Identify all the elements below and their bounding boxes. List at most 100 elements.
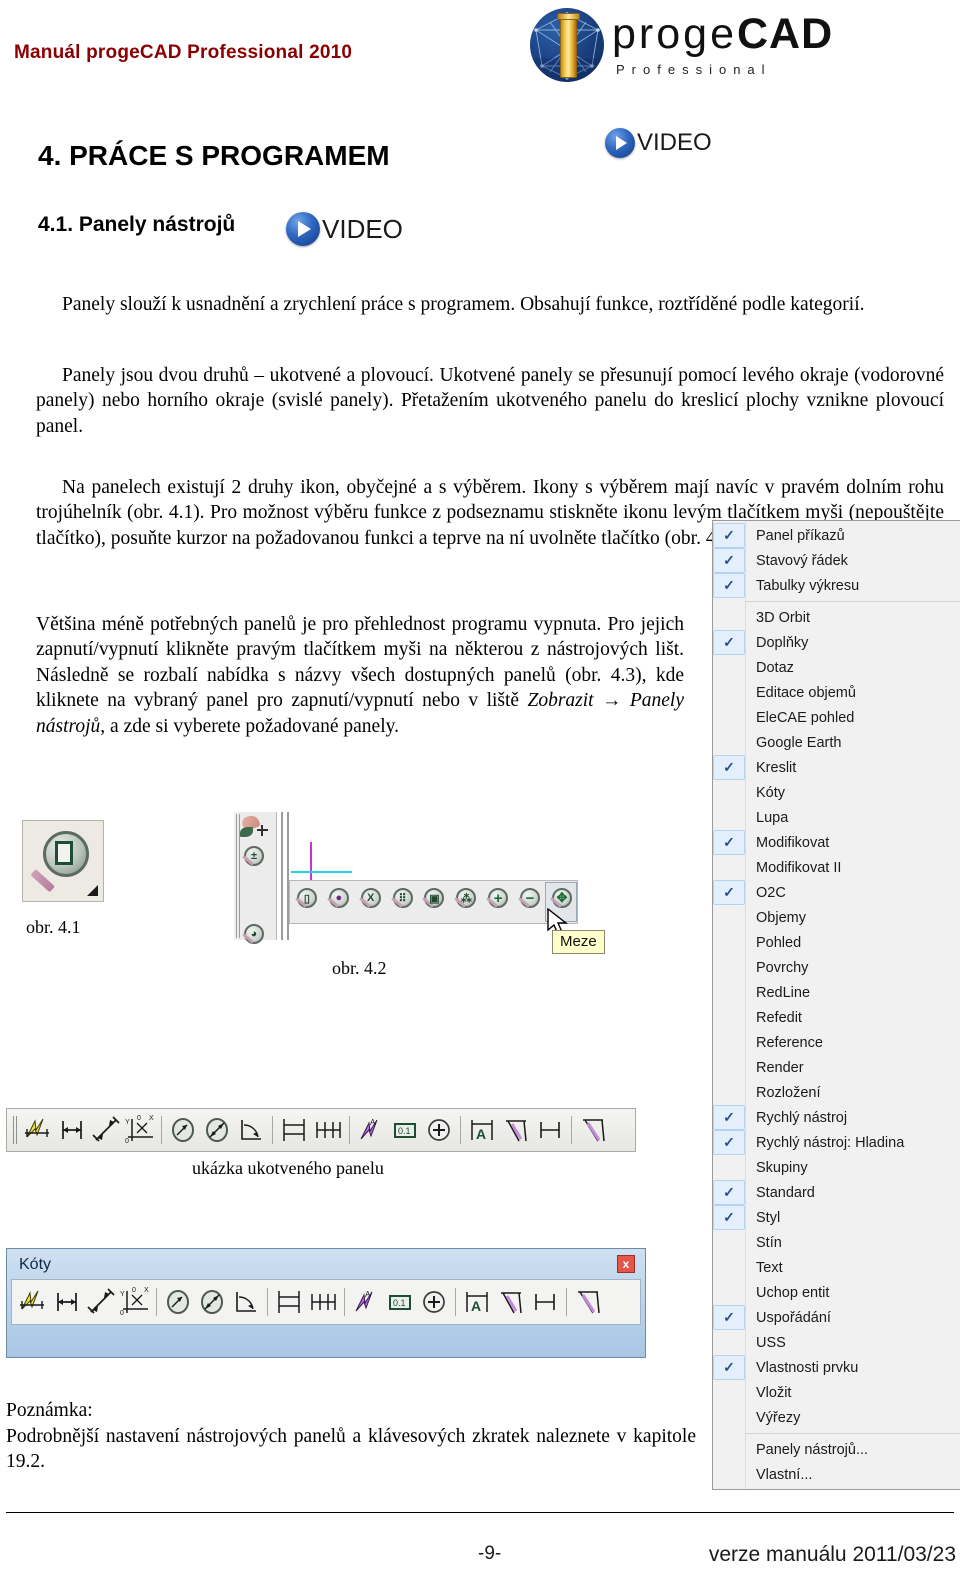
context-menu-item[interactable]: Text [713,1255,960,1280]
context-menu-item[interactable]: ✓ Vlastnosti prvku [713,1355,960,1380]
zoom-all-button[interactable]: ⁂ [449,882,481,922]
context-menu-item[interactable]: 3D Orbit [713,605,960,630]
dim-style-icon[interactable] [576,1113,610,1147]
context-menu-item[interactable]: Povrchy [713,955,960,980]
context-menu-item[interactable]: ✓ Modifikovat [713,830,960,855]
check-placeholder [713,1055,745,1080]
dim-aligned-icon[interactable] [89,1113,123,1147]
context-menu-item[interactable]: ✓ O2C [713,880,960,905]
dim-angular-icon[interactable] [234,1113,268,1147]
dim-center-mark-icon[interactable] [417,1285,451,1319]
grip-line [236,814,237,938]
dim-ordinate-icon[interactable]: Y 0 0 X [118,1285,152,1319]
context-menu-item-label: O2C [756,884,786,901]
zoom-glyph: ◕ [250,928,258,940]
context-menu-item[interactable]: Editace objemů [713,680,960,705]
context-menu-item[interactable]: Vložit [713,1380,960,1405]
context-menu-item[interactable]: USS [713,1330,960,1355]
context-menu-item[interactable]: ✓ Rychlý nástroj [713,1105,960,1130]
floating-panel-title-bar[interactable]: Kóty x [11,1253,641,1279]
context-menu-item[interactable]: Google Earth [713,730,960,755]
context-menu-item[interactable]: Uchop entit [713,1280,960,1305]
dim-linear-icon[interactable] [55,1113,89,1147]
zoom-tool-icon[interactable]: ± [240,846,266,874]
dim-linear-icon[interactable] [50,1285,84,1319]
floating-panel-toolbar[interactable]: Y 0 0 X A 0.1 A [11,1279,641,1325]
dim-oblique-icon[interactable] [499,1113,533,1147]
dim-tolerance-icon[interactable]: 0.1 [388,1113,422,1147]
dim-ordinate-icon[interactable]: Y 0 0 X [123,1113,157,1147]
dim-aligned-icon[interactable] [84,1285,118,1319]
context-menu-item[interactable]: Výřezy [713,1405,960,1430]
floating-panel-koty[interactable]: Kóty x Y 0 0 X A 0.1 A [6,1248,646,1358]
context-menu-item[interactable]: Lupa [713,805,960,830]
dim-baseline-icon[interactable] [277,1113,311,1147]
dim-radius-icon[interactable] [161,1285,195,1319]
context-menu-item[interactable]: Kóty [713,780,960,805]
context-menu-item[interactable]: Reference [713,1030,960,1055]
zoom-realtime-button[interactable]: ● [322,882,354,922]
docked-toolbar-sample[interactable]: Y 0 0 X A 0.1 A [6,1108,636,1152]
pan-tool-icon[interactable] [240,813,268,840]
context-menu-item[interactable]: ✓ Doplňky [713,630,960,655]
toolbar-divider [451,1287,460,1317]
context-menu-item[interactable]: ✓ Tabulky výkresu [713,573,960,598]
check-placeholder [713,1330,745,1355]
toolbar-grip[interactable] [11,1115,21,1145]
dim-text-edit-icon[interactable]: A [460,1285,494,1319]
context-menu-item[interactable]: EleCAE pohled [713,705,960,730]
context-menu-item[interactable]: ✓ Kreslit [713,755,960,780]
zoom-scale-button[interactable]: ▣ [418,882,450,922]
dim-oblique-icon[interactable] [494,1285,528,1319]
zoom-in-button[interactable]: + [481,882,513,922]
video-badge-section[interactable]: VIDEO [286,212,403,246]
context-menu-item[interactable]: Rozložení [713,1080,960,1105]
video-badge-chapter[interactable]: VIDEO [605,128,712,158]
context-menu-item[interactable]: RedLine [713,980,960,1005]
context-menu-item[interactable]: Render [713,1055,960,1080]
context-menu-item[interactable]: ✓ Panel příkazů [713,523,960,548]
context-menu-item[interactable]: Dotaz [713,655,960,680]
context-menu-item[interactable]: Modifikovat II [713,855,960,880]
dim-radius-icon[interactable] [166,1113,200,1147]
context-menu-item[interactable]: ✓ Stavový řádek [713,548,960,573]
logo-subtitle: Professional [616,62,772,77]
zoom-window-button[interactable]: ▯ [290,882,322,922]
dim-style-icon[interactable] [571,1285,605,1319]
close-icon[interactable]: x [617,1255,635,1273]
context-menu-item[interactable]: Refedit [713,1005,960,1030]
context-menu-item[interactable]: Panely nástrojů... [713,1437,960,1462]
dim-diameter-icon[interactable] [195,1285,229,1319]
context-menu-item[interactable]: Skupiny [713,1155,960,1180]
context-menu-item[interactable]: ✓ Rychlý nástroj: Hladina [713,1130,960,1155]
context-menu-item[interactable]: ✓ Styl [713,1205,960,1230]
zoom-flyout-toolbar[interactable]: ▯ ● X ⠿ ▣ ⁂ + − ✥ [289,880,578,924]
dim-diameter-icon[interactable] [200,1113,234,1147]
zoom-previous-tool-icon[interactable]: ◕ [240,924,266,952]
zoom-cancel-button[interactable]: X [354,882,386,922]
dim-update-icon[interactable] [528,1285,562,1319]
dim-smart-icon[interactable] [21,1113,55,1147]
checkmark-icon: ✓ [713,1205,745,1230]
dim-leader-icon[interactable]: A [354,1113,388,1147]
context-menu-item[interactable]: Pohled [713,930,960,955]
dim-leader-icon[interactable]: A [349,1285,383,1319]
zoom-out-button[interactable]: − [513,882,545,922]
context-menu-item[interactable]: ✓ Standard [713,1180,960,1205]
dim-update-icon[interactable] [533,1113,567,1147]
zoom-extents-button[interactable]: ⠿ [386,882,418,922]
context-menu-item[interactable]: ✓ Uspořádání [713,1305,960,1330]
dim-continue-icon[interactable] [306,1285,340,1319]
dim-text-edit-icon[interactable]: A [465,1113,499,1147]
context-menu-item[interactable]: Stín [713,1230,960,1255]
dim-tolerance-icon[interactable]: 0.1 [383,1285,417,1319]
dim-baseline-icon[interactable] [272,1285,306,1319]
context-menu-item[interactable]: Vlastní... [713,1462,960,1487]
dim-angular-icon[interactable] [229,1285,263,1319]
dim-smart-icon[interactable] [16,1285,50,1319]
toolbars-context-menu[interactable]: ✓ Panel příkazů ✓ Stavový řádek ✓ Tabulky výk… [712,520,960,1490]
dim-continue-icon[interactable] [311,1113,345,1147]
context-menu-item-label: Google Earth [756,734,842,751]
dim-center-mark-icon[interactable] [422,1113,456,1147]
context-menu-item[interactable]: Objemy [713,905,960,930]
